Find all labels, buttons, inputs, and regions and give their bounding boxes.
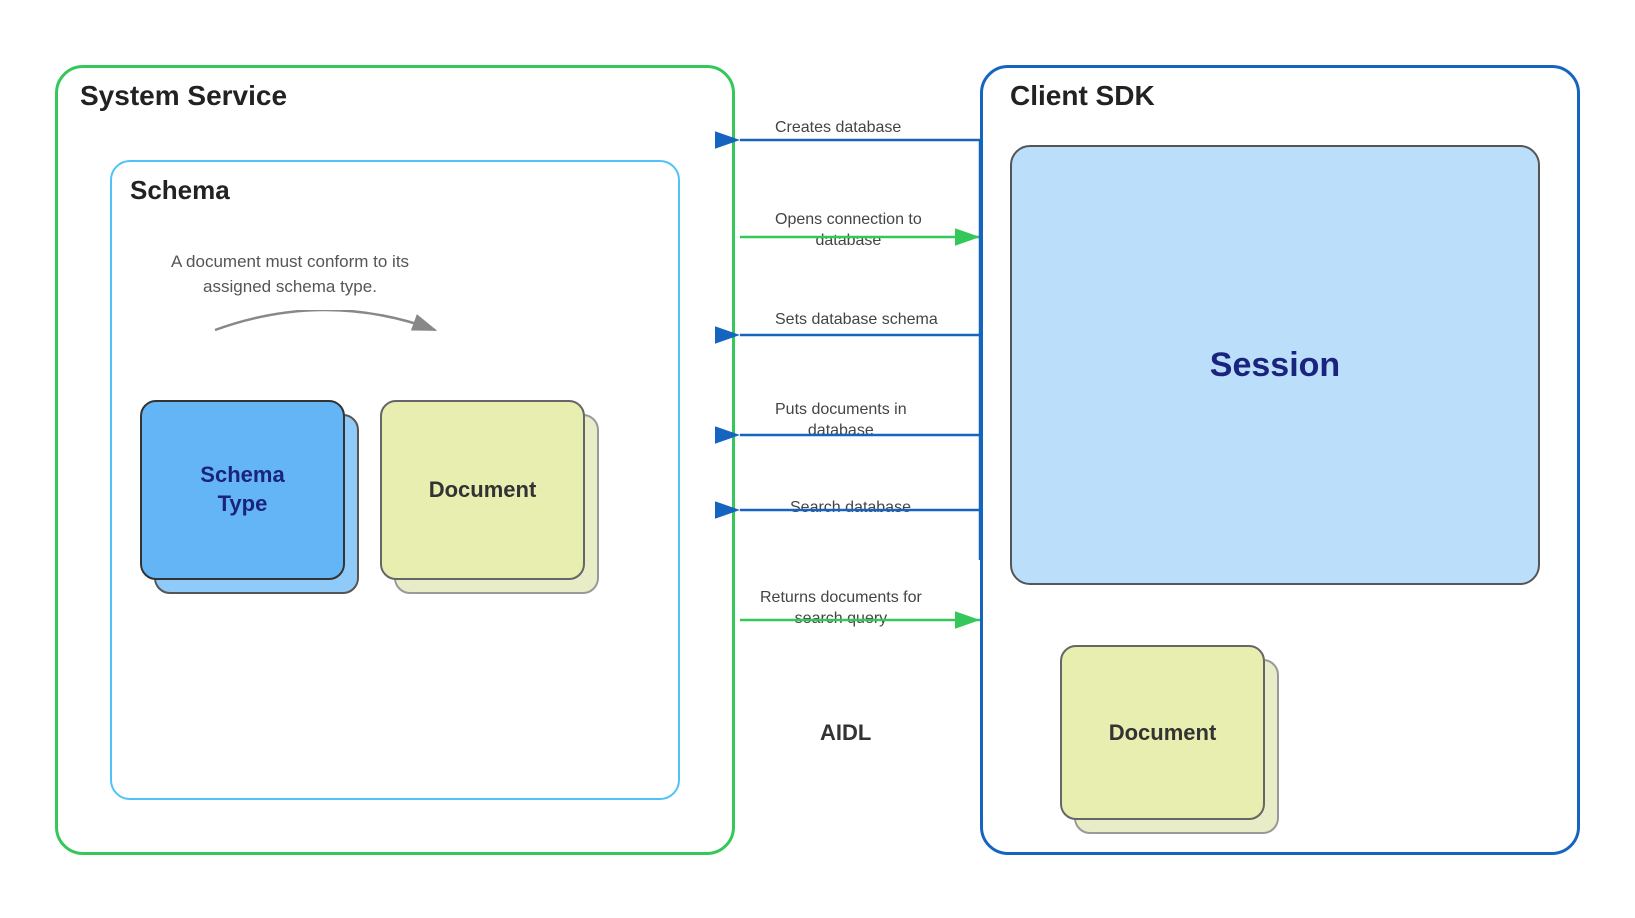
- schema-type-card-front: SchemaType: [140, 400, 345, 580]
- opens-connection-label: Opens connection todatabase: [775, 210, 922, 252]
- system-service-label: System Service: [80, 80, 287, 112]
- aidl-label: AIDL: [820, 720, 871, 746]
- session-label: Session: [1210, 346, 1340, 385]
- client-sdk-label: Client SDK: [1010, 80, 1155, 112]
- document-card-front-sdk: Document: [1060, 645, 1265, 820]
- search-database-label: Search database: [790, 498, 911, 519]
- puts-documents-label: Puts documents indatabase: [775, 400, 907, 442]
- diagram-container: System Service Schema A document must co…: [0, 0, 1635, 918]
- curved-arrow-svg: [155, 310, 495, 400]
- schema-label: Schema: [130, 175, 230, 206]
- schema-description: A document must conform to its assigned …: [170, 250, 410, 299]
- returns-documents-label: Returns documents forsearch query: [760, 588, 922, 630]
- sets-schema-label: Sets database schema: [775, 310, 938, 331]
- document-card-front-schema: Document: [380, 400, 585, 580]
- creates-database-label: Creates database: [775, 118, 901, 139]
- session-card: Session: [1010, 145, 1540, 585]
